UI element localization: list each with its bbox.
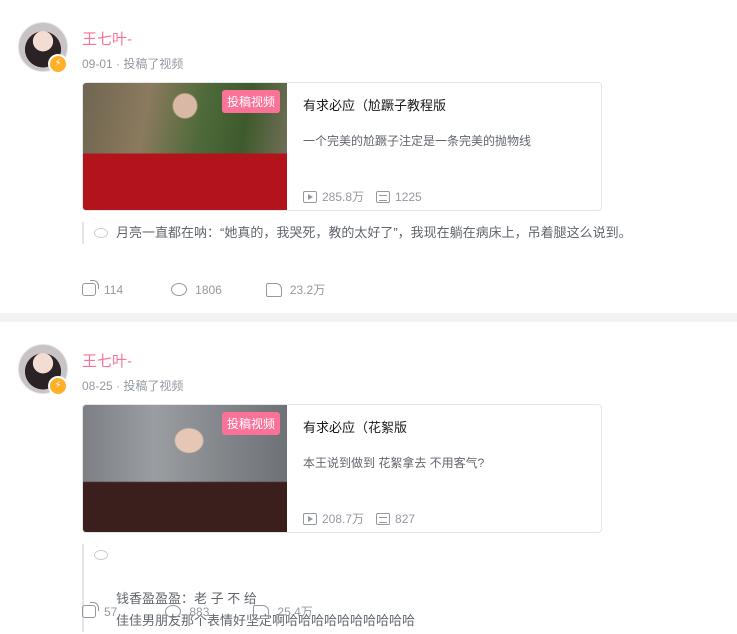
hot-comment[interactable]: 月亮一直都在呐：“她真的，我哭死，教的太好了”，我现在躺在病床上，吊着腿这么说到…	[82, 222, 656, 244]
danmaku-count: 1225	[376, 190, 422, 204]
play-icon	[303, 190, 317, 203]
share-count: 57	[104, 604, 118, 619]
play-count-value: 208.7万	[322, 512, 365, 526]
video-tag: 投稿视频	[221, 90, 280, 113]
danmaku-icon	[376, 512, 391, 525]
post-actions: 57 883 25.4万	[82, 602, 361, 620]
play-icon	[303, 512, 317, 525]
like-count: 25.4万	[277, 605, 313, 619]
like-count: 23.2万	[289, 283, 326, 297]
like-icon	[253, 604, 270, 619]
play-count: 208.7万	[303, 510, 364, 527]
video-stats: 285.8万 1225	[303, 188, 434, 205]
comment-count: 1806	[195, 282, 222, 297]
play-count-value: 285.8万	[322, 190, 365, 204]
play-count: 285.8万	[303, 188, 364, 205]
dynamic-post: ⚡ 王七叶- 09-01 · 投稿了视频 投稿视频 有求必应（尬蹶子教程版 一个…	[0, 0, 737, 313]
dynamic-post: ⚡ 王七叶- 08-25 · 投稿了视频 投稿视频 有求必应（花絮版 本王说到做…	[0, 322, 737, 634]
video-tag: 投稿视频	[221, 412, 280, 435]
video-thumbnail[interactable]: 投稿视频	[83, 405, 287, 532]
like-icon	[265, 282, 282, 297]
danmaku-count-value: 1225	[395, 189, 422, 204]
video-card[interactable]: 投稿视频 有求必应（花絮版 本王说到做到 花絮拿去 不用客气? 208.7万 8…	[82, 404, 602, 533]
share-button[interactable]: 114	[82, 280, 124, 298]
share-button[interactable]: 57	[82, 602, 118, 620]
comment-text: “她真的，我哭死，教的太好了”，我现在躺在病床上，吊着腿这么说到。	[220, 225, 632, 240]
share-icon	[82, 602, 99, 618]
comment-button[interactable]: 883	[165, 603, 209, 620]
video-title[interactable]: 有求必应（尬蹶子教程版	[303, 95, 446, 114]
post-meta: 08-25 · 投稿了视频	[82, 379, 184, 393]
author-name[interactable]: 王七叶-	[82, 350, 132, 371]
video-description: 一个完美的尬蹶子注定是一条完美的抛物线	[303, 134, 532, 148]
video-description: 本王说到做到 花絮拿去 不用客气?	[303, 456, 485, 470]
share-icon	[82, 280, 99, 296]
like-button[interactable]: 25.4万	[253, 603, 313, 620]
comment-button[interactable]: 1806	[171, 281, 222, 298]
video-title[interactable]: 有求必应（花絮版	[303, 417, 407, 436]
post-meta: 09-01 · 投稿了视频	[82, 57, 184, 71]
comment-icon	[165, 605, 182, 618]
comment-count: 883	[189, 604, 210, 619]
video-card[interactable]: 投稿视频 有求必应（尬蹶子教程版 一个完美的尬蹶子注定是一条完美的抛物线 285…	[82, 82, 602, 211]
comment-bubble-icon	[94, 228, 108, 238]
danmaku-count: 827	[376, 512, 415, 526]
share-count: 114	[104, 282, 124, 297]
comment-user[interactable]: 月亮一直都在呐：	[116, 225, 220, 240]
comment-bubble-icon	[94, 550, 108, 560]
video-thumbnail[interactable]: 投稿视频	[83, 83, 287, 210]
verified-badge-icon: ⚡	[48, 376, 68, 396]
comment-icon	[171, 283, 188, 296]
danmaku-count-value: 827	[395, 511, 416, 526]
verified-badge-icon: ⚡	[48, 54, 68, 74]
like-button[interactable]: 23.2万	[265, 281, 326, 298]
post-actions: 114 1806 23.2万	[82, 280, 373, 298]
video-stats: 208.7万 827	[303, 510, 427, 527]
author-name[interactable]: 王七叶-	[82, 28, 132, 49]
danmaku-icon	[376, 190, 391, 203]
post-divider	[0, 313, 737, 322]
